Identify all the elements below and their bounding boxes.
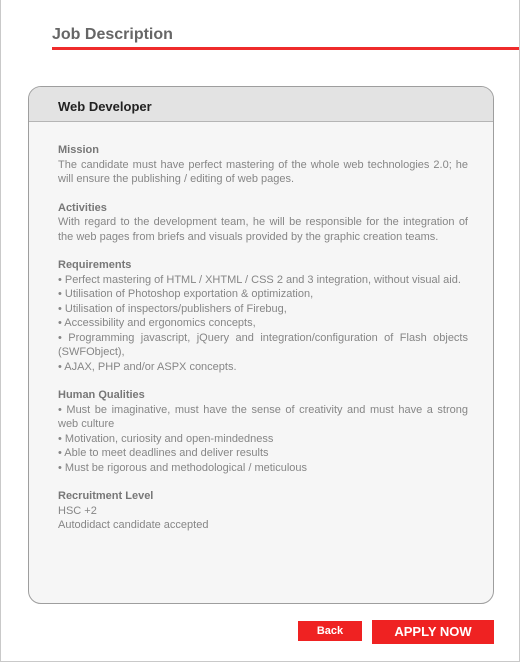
list-item: • Utilisation of Photoshop exportation &…	[58, 288, 314, 300]
back-button[interactable]: Back	[298, 621, 362, 641]
section-human-qualities: Human Qualities • Must be imaginative, m…	[58, 388, 468, 475]
section-line: HSC +2	[58, 504, 97, 517]
section-line: Autodidact candidate accepted	[58, 519, 209, 531]
list-item: • Perfect mastering of HTML / XHTML / CS…	[58, 273, 461, 286]
section-mission: Mission The candidate must have perfect …	[58, 143, 468, 187]
list-item: • Must be rigorous and methodological / …	[58, 461, 308, 474]
section-recruitment-level: Recruitment Level HSC +2 Autodidact cand…	[58, 489, 468, 533]
section-activities: Activities With regard to the developmen…	[58, 201, 468, 245]
list-item: • Able to meet deadlines and deliver res…	[58, 447, 269, 459]
section-heading: Mission	[58, 144, 99, 156]
list-item: • Motivation, curiosity and open-mindedn…	[58, 432, 274, 445]
job-title: Web Developer	[58, 99, 152, 114]
list-item: • Accessibility and ergonomics concepts,	[58, 317, 256, 329]
section-line: The candidate must have perfect masterin…	[58, 158, 468, 186]
section-heading: Activities	[58, 201, 107, 214]
list-item: • Utilisation of inspectors/publishers o…	[58, 302, 287, 315]
section-requirements: Requirements • Perfect mastering of HTML…	[58, 258, 468, 374]
list-item: • Programming javascript, jQuery and int…	[58, 331, 468, 359]
section-line: With regard to the development team, he …	[58, 216, 468, 243]
title-underline	[52, 47, 519, 50]
section-heading: Recruitment Level	[58, 490, 154, 502]
job-content: Mission The candidate must have perfect …	[58, 143, 468, 547]
section-heading: Requirements	[58, 259, 132, 271]
list-item: • AJAX, PHP and/or ASPX concepts.	[58, 360, 237, 373]
section-heading: Human Qualities	[58, 389, 145, 401]
job-card: Web Developer Mission The candidate must…	[28, 86, 494, 604]
list-item: • Must be imaginative, must have the sen…	[58, 403, 468, 431]
page-title: Job Description	[52, 26, 173, 43]
apply-now-button[interactable]: APPLY NOW	[372, 620, 494, 644]
